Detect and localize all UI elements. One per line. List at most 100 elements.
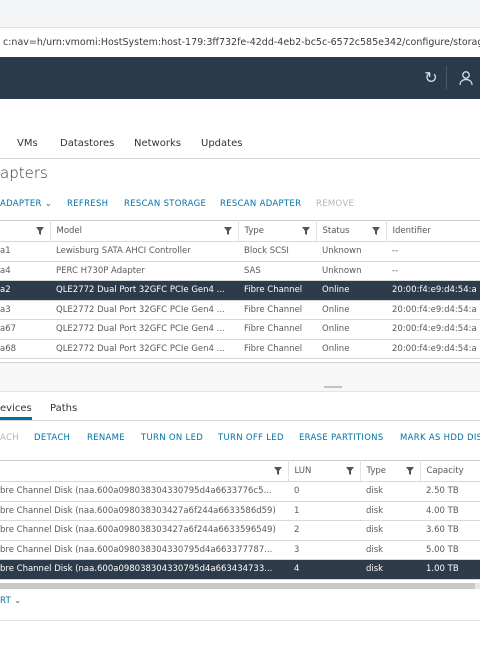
identifier-cell: -- xyxy=(386,261,480,281)
filter-icon[interactable] xyxy=(405,467,414,475)
table-row[interactable]: a4 PERC H730P Adapter SAS Unknown -- xyxy=(0,261,480,281)
filter-icon[interactable] xyxy=(35,227,44,235)
type-cell: disk xyxy=(360,520,420,541)
type-column-header[interactable]: Type xyxy=(238,220,317,242)
refresh-button[interactable]: REFRESH xyxy=(67,199,108,211)
model-column-header[interactable]: Model xyxy=(50,220,239,242)
lun-cell: 1 xyxy=(288,501,360,521)
type-cell: Fibre Channel xyxy=(238,280,316,301)
table-row[interactable]: bre Channel Disk (naa.600a098038303427a6… xyxy=(0,501,480,521)
tab-paths[interactable]: Paths xyxy=(50,403,77,414)
identifier-cell: 20:00:f4:e9:d4:54:a xyxy=(386,300,480,320)
tab-vms[interactable]: VMs xyxy=(17,138,38,149)
table-row[interactable]: bre Channel Disk (naa.600a09803830433079… xyxy=(0,540,480,560)
table-row[interactable]: a3 QLE2772 Dual Port 32GFC PCIe Gen4 ... F… xyxy=(0,300,480,320)
pane-splitter[interactable] xyxy=(0,362,480,392)
identifier-cell: -- xyxy=(386,241,480,262)
filter-icon[interactable] xyxy=(273,467,282,475)
type-cell: Fibre Channel xyxy=(238,339,316,359)
page-title: apters xyxy=(0,164,48,182)
table-row[interactable]: a67 QLE2772 Dual Port 32GFC PCIe Gen4 ...… xyxy=(0,319,480,340)
tab-updates[interactable]: Updates xyxy=(201,138,242,149)
rescan-adapter-button[interactable]: RESCAN ADAPTER xyxy=(220,199,301,211)
model-cell: PERC H730P Adapter xyxy=(50,261,238,281)
type-column-header[interactable]: Type xyxy=(360,460,421,482)
name-column-header[interactable] xyxy=(0,460,289,482)
type-cell: Fibre Channel xyxy=(238,319,316,340)
adapter-cell: a67 xyxy=(0,319,50,340)
erase-partitions-button[interactable]: ERASE PARTITIONS xyxy=(299,433,384,445)
table-row-selected[interactable]: bre Channel Disk (naa.600a09803830433079… xyxy=(0,559,480,580)
divider xyxy=(0,620,480,621)
capacity-cell: 2.50 TB xyxy=(420,481,480,502)
address-bar[interactable]: c:nav=h/urn:vmomi:HostSystem:host-179:3f… xyxy=(0,27,480,58)
table-row[interactable]: a1 Lewisburg SATA AHCI Controller Block SC… xyxy=(0,241,480,262)
identifier-cell: 20:00:f4:e9:d4:54:a xyxy=(386,339,480,359)
capacity-cell: 4.00 TB xyxy=(420,501,480,521)
device-name-cell: bre Channel Disk (naa.600a09803830433079… xyxy=(0,481,288,502)
device-name-cell: bre Channel Disk (naa.600a09803830433079… xyxy=(0,559,288,580)
filter-icon[interactable] xyxy=(301,227,310,235)
status-cell: Online xyxy=(316,339,386,359)
type-cell: disk xyxy=(360,540,420,560)
browser-chrome: c:nav=h/urn:vmomi:HostSystem:host-179:3f… xyxy=(0,0,480,58)
mark-as-hdd-button[interactable]: MARK AS HDD DISK xyxy=(400,433,480,445)
table-header-row: Model Type Status Identifier xyxy=(0,220,480,242)
scrollbar-thumb[interactable] xyxy=(0,583,475,589)
model-cell: QLE2772 Dual Port 32GFC PCIe Gen4 ... xyxy=(50,280,238,301)
model-cell: QLE2772 Dual Port 32GFC PCIe Gen4 ... xyxy=(50,339,238,359)
model-cell: QLE2772 Dual Port 32GFC PCIe Gen4 ... xyxy=(50,319,238,340)
adapter-cell: a2 xyxy=(0,280,50,301)
filter-icon[interactable] xyxy=(223,227,232,235)
turn-on-led-button[interactable]: TURN ON LED xyxy=(141,433,203,445)
identifier-column-header[interactable]: Identifier xyxy=(386,220,480,242)
horizontal-scrollbar[interactable] xyxy=(0,583,480,589)
model-cell: QLE2772 Dual Port 32GFC PCIe Gen4 ... xyxy=(50,300,238,320)
status-cell: Unknown xyxy=(316,261,386,281)
details-tabs: evices Paths xyxy=(0,398,480,421)
tab-networks[interactable]: Networks xyxy=(134,138,181,149)
host-tabs: VMs Datastores Networks Updates xyxy=(0,132,480,159)
detach-button[interactable]: DETACH xyxy=(34,433,70,445)
tab-devices[interactable]: evices xyxy=(0,403,32,420)
filter-icon[interactable] xyxy=(371,227,380,235)
adapters-table: Model Type Status Identifier a1 Lewisburg… xyxy=(0,220,480,359)
status-cell: Online xyxy=(316,319,386,340)
rescan-storage-button[interactable]: RESCAN STORAGE xyxy=(124,199,206,211)
capacity-cell: 3.60 TB xyxy=(420,520,480,541)
filter-icon[interactable] xyxy=(345,467,354,475)
model-cell: Lewisburg SATA AHCI Controller xyxy=(50,241,238,262)
device-name-cell: bre Channel Disk (naa.600a09803830433079… xyxy=(0,540,288,560)
type-cell: disk xyxy=(360,501,420,521)
lun-column-header[interactable]: LUN xyxy=(288,460,361,482)
table-row[interactable]: bre Channel Disk (naa.600a098038303427a6… xyxy=(0,520,480,541)
adapter-cell: a1 xyxy=(0,241,50,262)
tab-datastores[interactable]: Datastores xyxy=(60,138,114,149)
status-column-header[interactable]: Status xyxy=(316,220,387,242)
table-row[interactable]: a68 QLE2772 Dual Port 32GFC PCIe Gen4 ...… xyxy=(0,339,480,359)
attach-button: ACH xyxy=(0,433,19,443)
splitter-handle[interactable] xyxy=(324,386,342,388)
turn-off-led-button[interactable]: TURN OFF LED xyxy=(218,433,284,445)
rename-button[interactable]: RENAME xyxy=(87,433,125,445)
capacity-column-header[interactable]: Capacity xyxy=(420,460,480,482)
status-cell: Online xyxy=(316,300,386,320)
adapter-column-header[interactable] xyxy=(0,220,51,242)
type-cell: disk xyxy=(360,481,420,502)
type-cell: disk xyxy=(360,559,420,580)
adapter-cell: a3 xyxy=(0,300,50,320)
user-icon[interactable] xyxy=(452,66,480,90)
identifier-cell: 20:00:f4:e9:d4:54:a xyxy=(386,280,480,301)
status-cell: Online xyxy=(316,280,386,301)
capacity-cell: 5.00 TB xyxy=(420,540,480,560)
table-row[interactable]: bre Channel Disk (naa.600a09803830433079… xyxy=(0,481,480,502)
export-button[interactable]: RT ⌄ xyxy=(0,596,22,606)
identifier-cell: 20:00:f4:e9:d4:54:a xyxy=(386,319,480,340)
devices-table: LUN Type Capacity bre Channel Disk (naa.… xyxy=(0,460,480,580)
add-adapter-button[interactable]: ADAPTER ⌄ xyxy=(0,199,52,211)
lun-cell: 2 xyxy=(288,520,360,541)
table-row-selected[interactable]: a2 QLE2772 Dual Port 32GFC PCIe Gen4 ... F… xyxy=(0,280,480,301)
type-cell: Fibre Channel xyxy=(238,300,316,320)
remove-button: REMOVE xyxy=(316,199,355,209)
refresh-icon[interactable]: ↻ xyxy=(416,66,447,90)
